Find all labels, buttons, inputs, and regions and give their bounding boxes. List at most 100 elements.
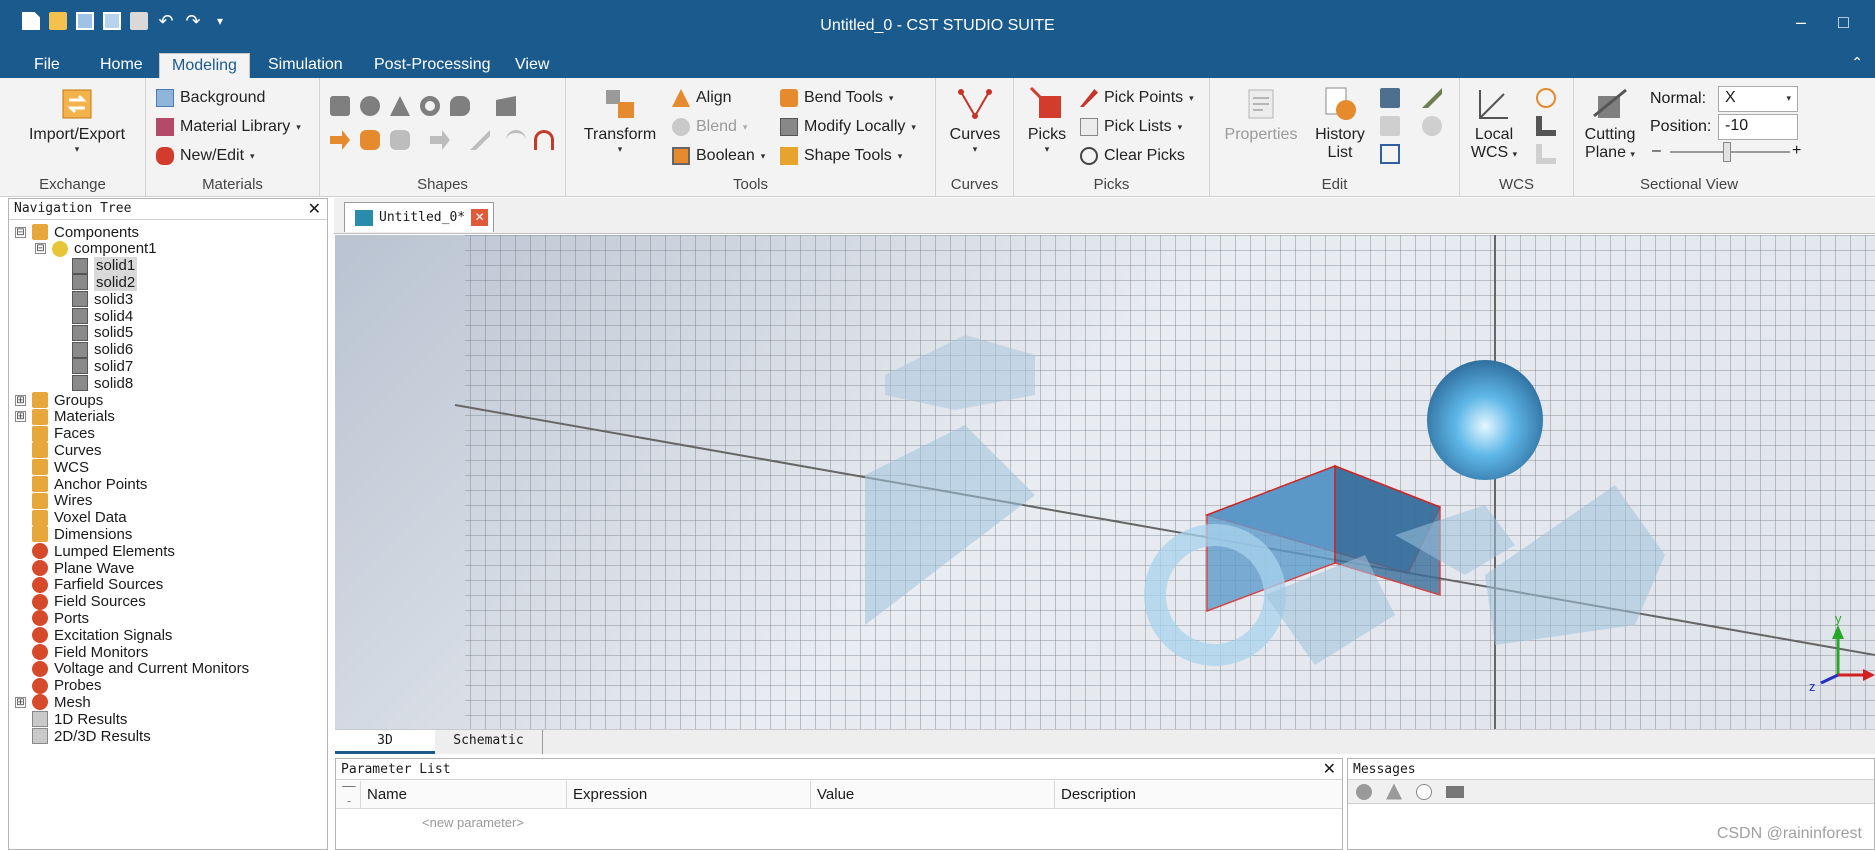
rotate-face-icon[interactable]: [360, 130, 380, 150]
column-header-expression[interactable]: Expression: [566, 781, 810, 809]
tree-expander-icon[interactable]: ⊞: [15, 394, 26, 406]
curves-icon: [958, 89, 992, 119]
collapse-ribbon-icon[interactable]: ⌃: [1851, 54, 1863, 71]
tab-file[interactable]: File: [22, 53, 72, 78]
group-shapes: Shapes: [320, 78, 566, 197]
align-wcs-icon[interactable]: [1536, 88, 1556, 108]
bend-tools-button[interactable]: Bend Tools ▾: [780, 86, 893, 110]
pencil-icon[interactable]: [1422, 88, 1442, 108]
blend-button[interactable]: Blend ▾: [672, 115, 747, 139]
chevron-down-icon: ▾: [1177, 121, 1183, 132]
tree-expander-icon[interactable]: ⊟: [35, 243, 46, 255]
global-wcs-icon[interactable]: [1536, 144, 1556, 164]
cylinder-icon[interactable]: [450, 96, 470, 116]
pick-lists-button[interactable]: Pick Lists ▾: [1080, 115, 1182, 139]
window-title: Untitled_0 - CST STUDIO SUITE: [820, 17, 1055, 34]
history-list-button[interactable]: History List: [1312, 86, 1368, 162]
3d-scene[interactable]: y z: [335, 235, 1875, 729]
curves-button[interactable]: Curves ▾: [944, 86, 1006, 155]
info-icon[interactable]: [1422, 116, 1442, 136]
import-export-button[interactable]: Import/Export ▾: [22, 86, 132, 155]
tree-expander-icon[interactable]: ⊞: [15, 411, 26, 423]
column-header-name[interactable]: Name: [360, 781, 566, 809]
source-icon: [32, 677, 48, 694]
position-input[interactable]: -10: [1718, 114, 1798, 140]
tab-post-processing[interactable]: Post-Processing: [362, 53, 503, 78]
tree-expander-icon[interactable]: ⊟: [15, 226, 26, 238]
column-header-description[interactable]: Description: [1054, 781, 1342, 809]
position-slider-thumb[interactable]: [1723, 142, 1731, 162]
tab-modeling[interactable]: Modeling: [159, 53, 250, 78]
align-button[interactable]: Align: [672, 86, 732, 110]
torus-icon[interactable]: [420, 96, 440, 116]
properties-button[interactable]: Properties: [1220, 86, 1302, 144]
picks-button[interactable]: Picks ▾: [1022, 86, 1072, 155]
warning-icon[interactable]: [1386, 783, 1402, 800]
normal-select[interactable]: X ▾: [1718, 86, 1798, 112]
cutting-plane-button[interactable]: Cutting Plane ▾: [1582, 86, 1638, 162]
tree-expander-icon[interactable]: ⊞: [15, 696, 26, 708]
tab-3d[interactable]: 3D: [335, 730, 435, 754]
sphere-solid[interactable]: [1427, 360, 1543, 480]
transform-wcs-icon[interactable]: [1536, 116, 1556, 136]
group-label-materials: Materials: [202, 176, 263, 193]
close-tab-icon[interactable]: ✕: [471, 209, 489, 226]
source-icon: [32, 694, 48, 711]
material-library-icon: [156, 118, 174, 136]
modify-locally-button[interactable]: Modify Locally ▾: [780, 115, 916, 139]
extrude-curve-icon[interactable]: [430, 130, 450, 150]
new-parameter-row[interactable]: <new parameter>: [422, 815, 524, 830]
tab-schematic[interactable]: Schematic: [435, 730, 543, 754]
boolean-button[interactable]: Boolean ▾: [672, 144, 765, 168]
chevron-down-icon: ▾: [617, 144, 623, 154]
extrude-face-icon[interactable]: [330, 130, 350, 150]
folder-icon: [32, 442, 48, 459]
maximize-button[interactable]: □: [1838, 12, 1849, 33]
transform-button[interactable]: Transform ▾: [582, 86, 658, 155]
source-icon: [32, 593, 48, 610]
trace-curve-icon[interactable]: [506, 130, 526, 150]
brick-icon[interactable]: [330, 96, 350, 116]
pick-lists-label: Pick Lists: [1104, 118, 1172, 135]
boolean-label: Boolean: [696, 147, 755, 164]
info-icon[interactable]: [1416, 783, 1432, 800]
extrude-icon[interactable]: [496, 96, 516, 116]
column-header-value[interactable]: Value: [810, 781, 1054, 809]
tree-item[interactable]: 2D/3D Results: [15, 726, 151, 746]
position-label: Position:: [1650, 118, 1712, 135]
close-icon[interactable]: ✕: [1323, 759, 1336, 779]
rotate-curve-icon[interactable]: [470, 130, 490, 150]
sphere-icon[interactable]: [360, 96, 380, 116]
source-icon: [32, 660, 48, 677]
sweep-curve-icon[interactable]: [534, 130, 554, 150]
tab-simulation[interactable]: Simulation: [256, 53, 355, 78]
3d-viewport[interactable]: y z: [335, 235, 1875, 729]
calculator-icon[interactable]: [1380, 88, 1400, 108]
minimize-button[interactable]: –: [1796, 12, 1806, 33]
pick-points-button[interactable]: Pick Points ▾: [1080, 86, 1194, 110]
tab-view[interactable]: View: [503, 53, 561, 78]
copy-icon[interactable]: [1380, 116, 1400, 136]
message-list-icon[interactable]: [1446, 785, 1464, 798]
filter-icon[interactable]: [342, 786, 356, 802]
chevron-down-icon: ▾: [296, 121, 301, 132]
cone-icon[interactable]: [390, 96, 410, 116]
clear-picks-label: Clear Picks: [1104, 147, 1185, 164]
tab-home[interactable]: Home: [88, 53, 155, 78]
local-wcs-icon: [1479, 90, 1508, 119]
error-icon[interactable]: [1356, 783, 1372, 800]
cutting-label: Cutting: [1584, 126, 1636, 143]
shape-tools-icon: [780, 147, 798, 165]
material-library-button[interactable]: Material Library ▾: [156, 115, 301, 139]
local-wcs-button[interactable]: Local WCS ▾: [1466, 86, 1522, 162]
shape-tools-button[interactable]: Shape Tools ▾: [780, 144, 902, 168]
new-edit-button[interactable]: New/Edit ▾: [156, 144, 255, 168]
loft-icon[interactable]: [390, 130, 410, 150]
close-icon[interactable]: ✕: [308, 199, 321, 219]
background-button[interactable]: Background: [156, 86, 265, 110]
solid-icon: [72, 324, 88, 341]
source-icon: [32, 576, 48, 593]
document-tab[interactable]: Untitled_0* ✕: [344, 202, 494, 232]
parametric-icon[interactable]: [1380, 144, 1400, 164]
clear-picks-button[interactable]: Clear Picks: [1080, 144, 1185, 168]
